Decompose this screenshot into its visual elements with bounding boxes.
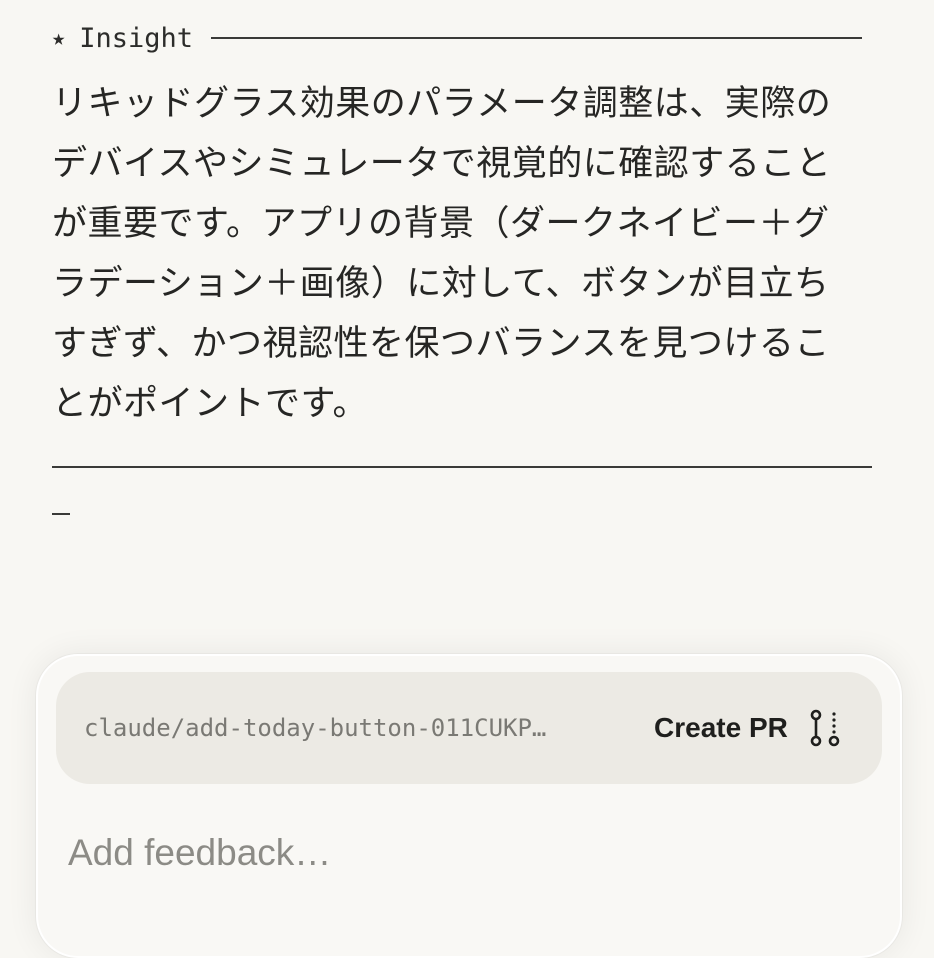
insight-footer-rule-tail (52, 513, 70, 515)
insight-line: とがポイントです。 (52, 384, 369, 424)
insight-line: リキッドグラス効果のパラメータ調整は、実際の (52, 84, 832, 124)
insight-line: すぎず、かつ視認性を保つバランスを見つけるこ (52, 324, 830, 364)
insight-header: ★ Insight (52, 18, 862, 58)
feedback-composer: claude/add-today-button-011CUKP… Create … (36, 654, 902, 958)
feedback-input[interactable] (68, 832, 848, 874)
insight-line: が重要です。アプリの背景（ダークネイビー＋グ (52, 204, 830, 244)
create-pr-button[interactable]: Create PR (654, 712, 788, 744)
git-pull-request-icon[interactable] (808, 708, 842, 748)
insight-header-rule (211, 37, 862, 39)
insight-line: デバイスやシミュレータで視覚的に確認すること (52, 144, 832, 184)
branch-bar: claude/add-today-button-011CUKP… Create … (56, 672, 882, 784)
star-icon: ★ (52, 25, 66, 51)
insight-body: リキッドグラス効果のパラメータ調整は、実際の デバイスやシミュレータで視覚的に確… (52, 74, 876, 434)
branch-name[interactable]: claude/add-today-button-011CUKP… (84, 714, 634, 742)
insight-title: Insight (79, 22, 194, 54)
insight-footer-rule (52, 466, 872, 468)
insight-line: ラデーション＋画像）に対して、ボタンが目立ち (52, 264, 830, 304)
